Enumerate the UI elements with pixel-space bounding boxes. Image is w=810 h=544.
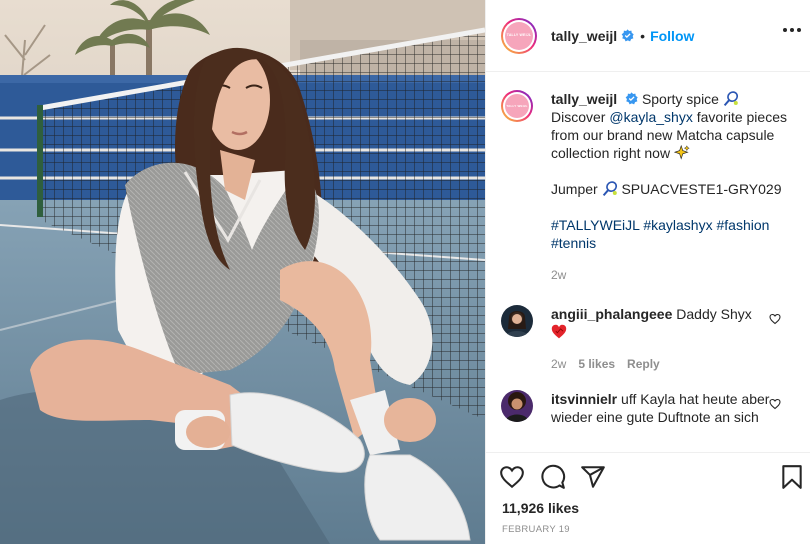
account-avatar[interactable]: TALLY WEIJL xyxy=(501,17,537,54)
caption-hashtags: #TALLYWEiJL #kaylashyx #fashion #tennis xyxy=(551,216,795,252)
avatar-logo: TALLY WEIJL xyxy=(505,21,533,50)
comment-like-icon[interactable] xyxy=(769,398,781,410)
caption-body: tally_weijl Sporty spice Discover @kayla… xyxy=(551,90,795,284)
caption-username[interactable]: tally_weijl xyxy=(551,91,617,107)
more-options-icon[interactable] xyxy=(783,28,801,32)
post-sidebar: TALLY WEIJL tally_weijl • Follow TALLY W… xyxy=(485,0,810,544)
avatar-inner: TALLY WEIJL xyxy=(503,19,535,52)
account-username[interactable]: tally_weijl xyxy=(551,28,617,44)
comment-message: Daddy Shyx xyxy=(676,306,752,322)
comment-username[interactable]: angiii_phalangeee xyxy=(551,306,672,322)
share-icon[interactable] xyxy=(580,464,606,490)
hashtag-link[interactable]: #kaylashyx xyxy=(643,217,712,233)
comment-meta: 2w 5 likes Reply xyxy=(551,355,795,373)
bookmark-icon[interactable] xyxy=(779,464,805,490)
post-actions: 11,926 likes FEBRUARY 19 xyxy=(486,452,810,544)
comment-like-icon[interactable] xyxy=(769,313,781,325)
post-caption: TALLY WEIJL tally_weijl Sporty spice Dis… xyxy=(501,90,795,284)
caption-jumper-line: Jumper SPUACVESTE1-GRY029 xyxy=(551,180,795,198)
comment-reply-button[interactable]: Reply xyxy=(627,357,660,371)
comment-item: itsvinnielr uff Kayla hat heute aber wie… xyxy=(501,390,795,426)
comment-body: itsvinnielr uff Kayla hat heute aber wie… xyxy=(551,390,795,426)
caption-jumper-label: Jumper xyxy=(551,181,598,197)
comment-likes[interactable]: 5 likes xyxy=(578,357,615,371)
comment-timestamp[interactable]: 2w xyxy=(551,357,566,371)
separator-dot: • xyxy=(640,27,646,44)
caption-sku: SPUACVESTE1-GRY029 xyxy=(621,181,782,197)
post-photo[interactable] xyxy=(0,0,485,544)
post-header: TALLY WEIJL tally_weijl • Follow xyxy=(486,0,810,72)
tennis-racket-emoji xyxy=(602,181,617,197)
caption-mention-link[interactable]: @kayla_shyx xyxy=(609,109,692,125)
comment-item: angiii_phalangeee Daddy Shyx 2w 5 likes Re… xyxy=(501,305,795,373)
comment-text: angiii_phalangeee Daddy Shyx xyxy=(551,305,795,341)
caption-avatar-inner: TALLY WEIJL xyxy=(503,92,531,120)
verified-badge-icon xyxy=(625,92,638,105)
post-image xyxy=(0,0,485,544)
sparkles-emoji xyxy=(673,145,690,160)
caption-avatar-logo: TALLY WEIJL xyxy=(505,94,529,118)
caption-discover: Discover xyxy=(551,109,610,125)
hashtag-link[interactable]: #tennis xyxy=(551,235,596,251)
commenter-avatar-image xyxy=(501,390,533,422)
commenter-avatar[interactable] xyxy=(501,390,533,422)
caption-timestamp[interactable]: 2w xyxy=(551,266,795,284)
comment-body: angiii_phalangeee Daddy Shyx 2w 5 likes Re… xyxy=(551,305,795,373)
comment-text: itsvinnielr uff Kayla hat heute aber wie… xyxy=(551,390,795,426)
hashtag-link[interactable]: #fashion xyxy=(716,217,769,233)
commenter-avatar-image xyxy=(501,305,533,337)
likes-count[interactable]: 11,926 likes xyxy=(502,500,579,516)
caption-text: tally_weijl Sporty spice Discover @kayla… xyxy=(551,90,795,162)
caption-line1: Sporty spice xyxy=(641,91,719,107)
caption-avatar[interactable]: TALLY WEIJL xyxy=(501,90,533,122)
comment-username[interactable]: itsvinnielr xyxy=(551,391,617,407)
hashtag-link[interactable]: #TALLYWEiJL xyxy=(551,217,639,233)
tennis-racket-emoji xyxy=(723,91,738,107)
commenter-avatar[interactable] xyxy=(501,305,533,337)
heart-icon[interactable] xyxy=(499,464,525,490)
comment-icon[interactable] xyxy=(540,464,566,490)
follow-button[interactable]: Follow xyxy=(650,28,694,44)
post-date[interactable]: FEBRUARY 19 xyxy=(502,524,570,535)
heart-emoji xyxy=(551,324,567,339)
comments-list[interactable]: TALLY WEIJL tally_weijl Sporty spice Dis… xyxy=(486,72,810,452)
verified-badge-icon xyxy=(621,29,634,42)
instagram-post: TALLY WEIJL tally_weijl • Follow TALLY W… xyxy=(0,0,810,544)
